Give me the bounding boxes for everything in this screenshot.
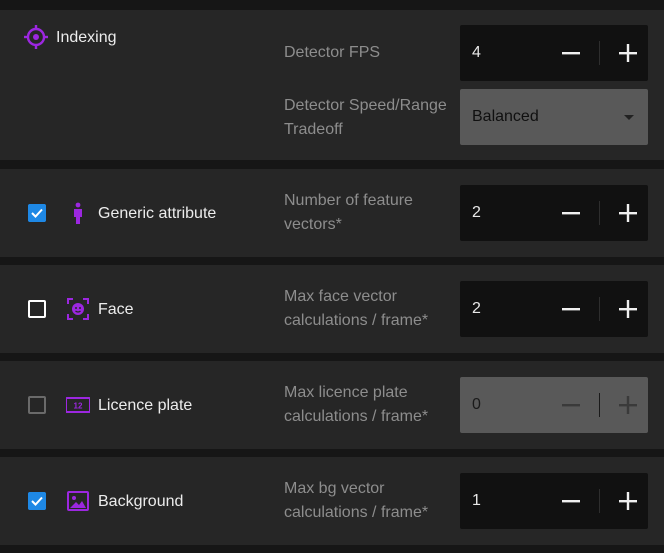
- background-checkbox[interactable]: [28, 492, 46, 510]
- face-panel: Face Max face vector calculations / fram…: [0, 265, 664, 353]
- bg-vector-label: Max bg vector calculations / frame*: [284, 480, 429, 521]
- indexing-title: Indexing: [56, 29, 117, 46]
- licence-plate-calc-label: Max licence plate calculations / frame*: [284, 384, 429, 425]
- minus-icon[interactable]: [543, 377, 599, 433]
- face-vector-value[interactable]: 2: [472, 281, 481, 337]
- detector-speed-value: Balanced: [472, 108, 539, 125]
- generic-attribute-label: Generic attribute: [98, 205, 217, 222]
- chevron-down-icon: [624, 115, 634, 120]
- detector-speed-label: Detector Speed/Range Tradeoff: [284, 97, 447, 138]
- face-label: Face: [98, 301, 134, 318]
- generic-attribute-panel: Generic attribute Number of feature vect…: [0, 169, 664, 257]
- licence-plate-panel: 12 Licence plate Max licence plate calcu…: [0, 361, 664, 449]
- detector-fps-value[interactable]: 4: [472, 25, 481, 81]
- licence-plate-stepper: 0: [460, 377, 648, 433]
- background-label: Background: [98, 493, 184, 510]
- image-icon: [67, 491, 89, 511]
- feature-vectors-value[interactable]: 2: [472, 185, 481, 241]
- minus-icon[interactable]: [543, 281, 599, 337]
- face-checkbox[interactable]: [28, 300, 46, 318]
- minus-icon[interactable]: [543, 185, 599, 241]
- licence-plate-value[interactable]: 0: [472, 377, 481, 433]
- svg-text:12: 12: [74, 402, 83, 411]
- plus-icon[interactable]: [600, 377, 656, 433]
- plus-icon[interactable]: [600, 473, 656, 529]
- plus-icon[interactable]: [600, 25, 656, 81]
- indexing-panel: Indexing Detector FPS 4 Detector Speed/R…: [0, 10, 664, 160]
- licence-plate-label: Licence plate: [98, 397, 193, 414]
- background-panel: Background Max bg vector calculations / …: [0, 457, 664, 545]
- plus-icon[interactable]: [600, 281, 656, 337]
- face-vector-stepper: 2: [460, 281, 648, 337]
- minus-icon[interactable]: [543, 25, 599, 81]
- target-icon: [24, 25, 48, 49]
- bg-vector-stepper: 1: [460, 473, 648, 529]
- generic-attribute-checkbox[interactable]: [28, 204, 46, 222]
- minus-icon[interactable]: [543, 473, 599, 529]
- bg-vector-value[interactable]: 1: [472, 473, 481, 529]
- plus-icon[interactable]: [600, 185, 656, 241]
- face-scan-icon: [67, 298, 89, 320]
- face-vector-label: Max face vector calculations / frame*: [284, 288, 429, 329]
- feature-vectors-stepper: 2: [460, 185, 648, 241]
- detector-fps-label: Detector FPS: [284, 44, 381, 61]
- feature-vectors-label: Number of feature vectors*: [284, 192, 413, 233]
- person-icon: [74, 202, 82, 224]
- licence-plate-icon: 12: [66, 397, 90, 413]
- detector-speed-select[interactable]: Balanced: [460, 89, 648, 145]
- licence-plate-checkbox[interactable]: [28, 396, 46, 414]
- detector-fps-stepper: 4: [460, 25, 648, 81]
